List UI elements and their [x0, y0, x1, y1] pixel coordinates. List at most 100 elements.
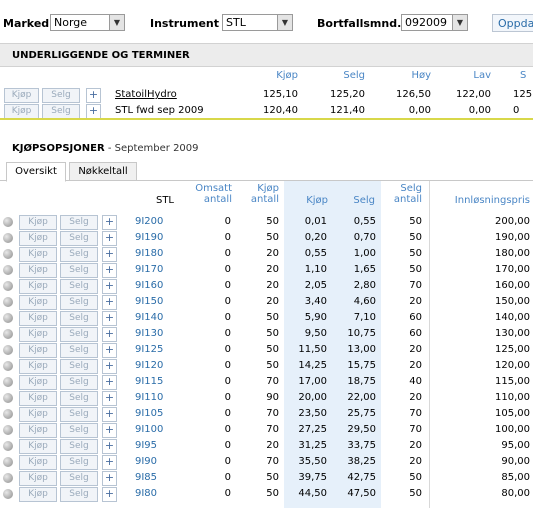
- table-cell: 20: [409, 440, 422, 451]
- sell-button[interactable]: Selg: [60, 215, 98, 230]
- plus-icon[interactable]: +: [102, 263, 117, 278]
- expiry-select[interactable]: 092009 ▼: [401, 14, 468, 31]
- sell-button[interactable]: Selg: [42, 88, 80, 103]
- plus-icon[interactable]: +: [102, 487, 117, 502]
- update-button[interactable]: Oppdater: [492, 14, 533, 32]
- plus-icon[interactable]: +: [102, 423, 117, 438]
- plus-icon[interactable]: +: [102, 359, 117, 374]
- plus-icon[interactable]: +: [102, 279, 117, 294]
- option-ticker-link[interactable]: 9I100: [135, 424, 163, 435]
- plus-icon[interactable]: +: [102, 295, 117, 310]
- option-ticker-link[interactable]: 9I150: [135, 296, 163, 307]
- buy-button[interactable]: Kjøp: [19, 279, 57, 294]
- table-cell: 25,75: [347, 408, 376, 419]
- buy-button[interactable]: Kjøp: [19, 359, 57, 374]
- option-ticker-link[interactable]: 9I90: [135, 456, 157, 467]
- sell-button[interactable]: Selg: [60, 423, 98, 438]
- tab-nokkeltall[interactable]: Nøkkeltall: [69, 162, 137, 181]
- buy-button[interactable]: Kjøp: [19, 391, 57, 406]
- sell-button[interactable]: Selg: [60, 263, 98, 278]
- option-ticker-link[interactable]: 9I140: [135, 312, 163, 323]
- plus-icon[interactable]: +: [102, 439, 117, 454]
- market-select[interactable]: Norge ▼: [50, 14, 125, 31]
- table-row: Kjøp Selg +9I105 0 70 23,50 25,75 70 105,00: [0, 406, 533, 422]
- plus-icon[interactable]: +: [86, 104, 101, 119]
- plus-icon[interactable]: +: [102, 311, 117, 326]
- plus-icon[interactable]: +: [102, 471, 117, 486]
- option-ticker-link[interactable]: 9I110: [135, 392, 163, 403]
- sell-button[interactable]: Selg: [60, 359, 98, 374]
- col-s: S: [520, 70, 527, 81]
- option-ticker-link[interactable]: 9I200: [135, 216, 163, 227]
- buy-button[interactable]: Kjøp: [19, 231, 57, 246]
- table-cell: 0: [224, 376, 231, 387]
- sell-button[interactable]: Selg: [60, 471, 98, 486]
- sell-button[interactable]: Selg: [60, 375, 98, 390]
- option-ticker-link[interactable]: 9I125: [135, 344, 163, 355]
- sell-button[interactable]: Selg: [60, 407, 98, 422]
- sell-button[interactable]: Selg: [60, 487, 98, 502]
- option-ticker-link[interactable]: 9I170: [135, 264, 163, 275]
- buy-button[interactable]: Kjøp: [19, 471, 57, 486]
- sell-button[interactable]: Selg: [42, 104, 80, 119]
- sell-button[interactable]: Selg: [60, 455, 98, 470]
- buy-button[interactable]: Kjøp: [19, 487, 57, 502]
- plus-icon[interactable]: +: [102, 455, 117, 470]
- sell-button[interactable]: Selg: [60, 247, 98, 262]
- plus-icon[interactable]: +: [102, 375, 117, 390]
- table-cell: 0: [224, 488, 231, 499]
- sell-button[interactable]: Selg: [60, 343, 98, 358]
- plus-icon[interactable]: +: [86, 88, 101, 103]
- table-cell: 95,00: [501, 440, 530, 451]
- sell-button[interactable]: Selg: [60, 439, 98, 454]
- option-ticker-link[interactable]: 9I120: [135, 360, 163, 371]
- table-cell: 44,50: [298, 488, 327, 499]
- table-cell: 3,40: [304, 296, 327, 307]
- table-cell: 0: [224, 456, 231, 467]
- plus-icon[interactable]: +: [102, 327, 117, 342]
- option-ticker-link[interactable]: 9I115: [135, 376, 163, 387]
- option-ticker-link[interactable]: 9I80: [135, 488, 157, 499]
- buy-button[interactable]: Kjøp: [19, 295, 57, 310]
- tab-oversikt[interactable]: Oversikt: [6, 162, 66, 182]
- option-ticker-link[interactable]: 9I160: [135, 280, 163, 291]
- buy-button[interactable]: Kjøp: [19, 343, 57, 358]
- buy-button[interactable]: Kjøp: [19, 423, 57, 438]
- sell-button[interactable]: Selg: [60, 391, 98, 406]
- table-cell: 0: [224, 360, 231, 371]
- plus-icon[interactable]: +: [102, 215, 117, 230]
- buy-button[interactable]: Kjøp: [19, 247, 57, 262]
- buy-button[interactable]: Kjøp: [19, 263, 57, 278]
- option-ticker-link[interactable]: 9I130: [135, 328, 163, 339]
- buy-button[interactable]: Kjøp: [4, 104, 39, 119]
- table-cell: 130,00: [495, 328, 530, 339]
- option-ticker-link[interactable]: 9I85: [135, 472, 157, 483]
- buy-button[interactable]: Kjøp: [19, 407, 57, 422]
- value-cell: 0,00: [468, 105, 491, 116]
- buy-button[interactable]: Kjøp: [19, 327, 57, 342]
- buy-button[interactable]: Kjøp: [19, 455, 57, 470]
- status-dot-icon: [3, 345, 13, 355]
- instrument-select[interactable]: STL ▼: [222, 14, 293, 31]
- option-ticker-link[interactable]: 9I180: [135, 248, 163, 259]
- plus-icon[interactable]: +: [102, 343, 117, 358]
- sell-button[interactable]: Selg: [60, 231, 98, 246]
- option-ticker-link[interactable]: 9I190: [135, 232, 163, 243]
- sell-button[interactable]: Selg: [60, 327, 98, 342]
- table-cell: 20: [409, 392, 422, 403]
- buy-button[interactable]: Kjøp: [19, 375, 57, 390]
- buy-button[interactable]: Kjøp: [19, 311, 57, 326]
- plus-icon[interactable]: +: [102, 247, 117, 262]
- plus-icon[interactable]: +: [102, 231, 117, 246]
- sell-button[interactable]: Selg: [60, 311, 98, 326]
- option-ticker-link[interactable]: 9I95: [135, 440, 157, 451]
- plus-icon[interactable]: +: [102, 407, 117, 422]
- buy-button[interactable]: Kjøp: [19, 215, 57, 230]
- sell-button[interactable]: Selg: [60, 279, 98, 294]
- buy-button[interactable]: Kjøp: [19, 439, 57, 454]
- option-ticker-link[interactable]: 9I105: [135, 408, 163, 419]
- instrument-name[interactable]: StatoilHydro: [115, 89, 177, 100]
- plus-icon[interactable]: +: [102, 391, 117, 406]
- buy-button[interactable]: Kjøp: [4, 88, 39, 103]
- sell-button[interactable]: Selg: [60, 295, 98, 310]
